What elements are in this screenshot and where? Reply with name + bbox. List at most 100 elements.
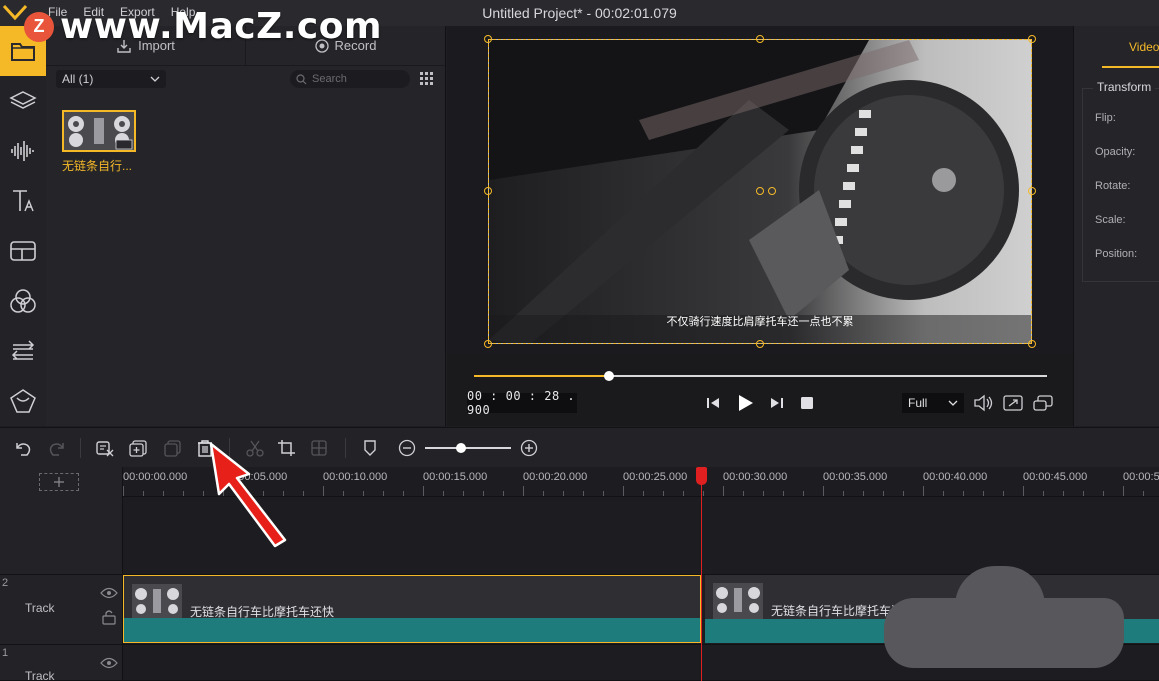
split-screen-button[interactable] xyxy=(310,438,330,458)
timeline-toolbar xyxy=(0,427,1159,467)
preview-view-icons xyxy=(973,394,1053,412)
rail-templates[interactable] xyxy=(0,226,46,276)
ruler-tick xyxy=(903,491,904,496)
ruler-tick xyxy=(1123,486,1124,496)
video-subtitle: 不仅骑行速度比肩摩托车还一点也不累 xyxy=(666,316,854,328)
search-icon xyxy=(296,73,307,85)
ruler-tick xyxy=(723,486,724,496)
ruler-label: 00:00:10.000 xyxy=(323,471,388,483)
rail-transitions[interactable] xyxy=(0,326,46,376)
timeline-header xyxy=(0,467,123,497)
media-search-input[interactable]: Search xyxy=(290,70,410,88)
opacity-label: Opacity: xyxy=(1095,146,1136,158)
resize-handle[interactable] xyxy=(484,340,492,348)
ruler-tick xyxy=(503,491,504,496)
filters-icon xyxy=(8,288,38,314)
rail-audio[interactable] xyxy=(0,126,46,176)
ruler-tick xyxy=(743,491,744,496)
fullscreen-icon[interactable] xyxy=(1003,394,1023,412)
media-item[interactable]: 无链条自行... xyxy=(62,110,138,174)
position-label: Position: xyxy=(1095,248,1138,260)
properties-panel: Video Transform Flip: Opacity: Rotate: S… xyxy=(1073,26,1159,426)
timecode-display: 00 : 00 : 28 . 900 xyxy=(467,389,577,417)
stop-icon[interactable] xyxy=(799,395,815,411)
ruler-tick xyxy=(1083,491,1084,496)
ruler-tick xyxy=(863,491,864,496)
resize-handle[interactable] xyxy=(1028,340,1036,348)
ruler-tick xyxy=(1103,491,1104,496)
preview-zoom-value: Full xyxy=(908,396,928,410)
ruler-label: 00:00:15.000 xyxy=(423,471,488,483)
undo-button[interactable] xyxy=(13,438,33,458)
playhead-handle[interactable] xyxy=(696,467,707,485)
eye-icon[interactable] xyxy=(100,657,118,669)
play-icon[interactable] xyxy=(735,393,755,413)
rail-filters[interactable] xyxy=(0,276,46,326)
ruler-tick xyxy=(303,491,304,496)
rail-stickers[interactable] xyxy=(0,376,46,426)
grid-view-icon[interactable] xyxy=(420,72,436,86)
ruler-tick xyxy=(1143,491,1144,496)
playback-progress[interactable] xyxy=(474,371,1047,381)
tab-video[interactable]: Video xyxy=(1129,40,1159,54)
anchor-handle[interactable] xyxy=(768,187,776,195)
flip-label: Flip: xyxy=(1095,112,1116,124)
ruler-tick xyxy=(363,491,364,496)
marker-button[interactable] xyxy=(360,438,380,458)
clear-tracks-icon xyxy=(95,439,115,457)
layers-icon xyxy=(9,89,37,113)
timeline-zoom-knob[interactable] xyxy=(456,443,466,453)
template-icon xyxy=(9,239,37,263)
clip-thumbnail xyxy=(132,584,182,620)
resize-handle[interactable] xyxy=(1028,35,1036,43)
redo-button[interactable] xyxy=(47,438,67,458)
audio-waveform-icon xyxy=(9,139,37,163)
add-clip-button[interactable] xyxy=(129,438,149,458)
ruler-tick xyxy=(143,491,144,496)
ruler-label: 00:00:25.000 xyxy=(623,471,688,483)
clear-button[interactable] xyxy=(95,438,115,458)
transport-controls xyxy=(705,393,815,413)
progress-knob[interactable] xyxy=(604,371,614,381)
resize-handle[interactable] xyxy=(756,35,764,43)
add-track-button[interactable] xyxy=(39,473,79,491)
anchor-handle[interactable] xyxy=(756,187,764,195)
preview-zoom-select[interactable]: Full xyxy=(902,393,964,413)
ruler-tick xyxy=(783,491,784,496)
copy-icon xyxy=(163,439,183,457)
rail-text[interactable] xyxy=(0,176,46,226)
resize-handle[interactable] xyxy=(1028,187,1036,195)
ruler-tick xyxy=(943,491,944,496)
ruler-tick xyxy=(543,491,544,496)
resize-handle[interactable] xyxy=(756,340,764,348)
split-screen-icon xyxy=(310,439,330,457)
playhead[interactable] xyxy=(696,467,707,681)
step-forward-icon[interactable] xyxy=(769,395,785,411)
marker-icon xyxy=(362,439,378,457)
ruler-tick xyxy=(343,491,344,496)
rail-layers[interactable] xyxy=(0,76,46,126)
copy-button[interactable] xyxy=(163,438,183,458)
ruler-label: 00:00:30.000 xyxy=(723,471,788,483)
media-filter-dropdown[interactable]: All (1) xyxy=(56,70,166,88)
step-back-icon[interactable] xyxy=(705,395,721,411)
ruler-tick xyxy=(923,486,924,496)
eye-icon[interactable] xyxy=(100,587,118,599)
plus-icon xyxy=(54,477,64,487)
ruler-tick xyxy=(203,491,204,496)
zoom-in-button[interactable] xyxy=(519,438,539,458)
redaction-blur xyxy=(884,598,1124,668)
timeline-zoom-slider[interactable] xyxy=(425,443,511,453)
chevron-down-icon xyxy=(948,400,958,406)
chevron-down-icon xyxy=(150,76,160,82)
zoom-out-button[interactable] xyxy=(397,438,417,458)
resize-handle[interactable] xyxy=(484,187,492,195)
resize-handle[interactable] xyxy=(484,35,492,43)
add-layer-icon xyxy=(129,439,149,457)
preview-canvas: 不仅骑行速度比肩摩托车还一点也不累 xyxy=(447,26,1073,354)
pip-icon[interactable] xyxy=(1033,394,1053,412)
timeline-clip[interactable]: 无链条自行车比摩托车还快 xyxy=(123,575,701,643)
track-number: 2 xyxy=(2,577,9,589)
volume-icon[interactable] xyxy=(973,394,993,412)
lock-icon[interactable] xyxy=(102,609,116,625)
